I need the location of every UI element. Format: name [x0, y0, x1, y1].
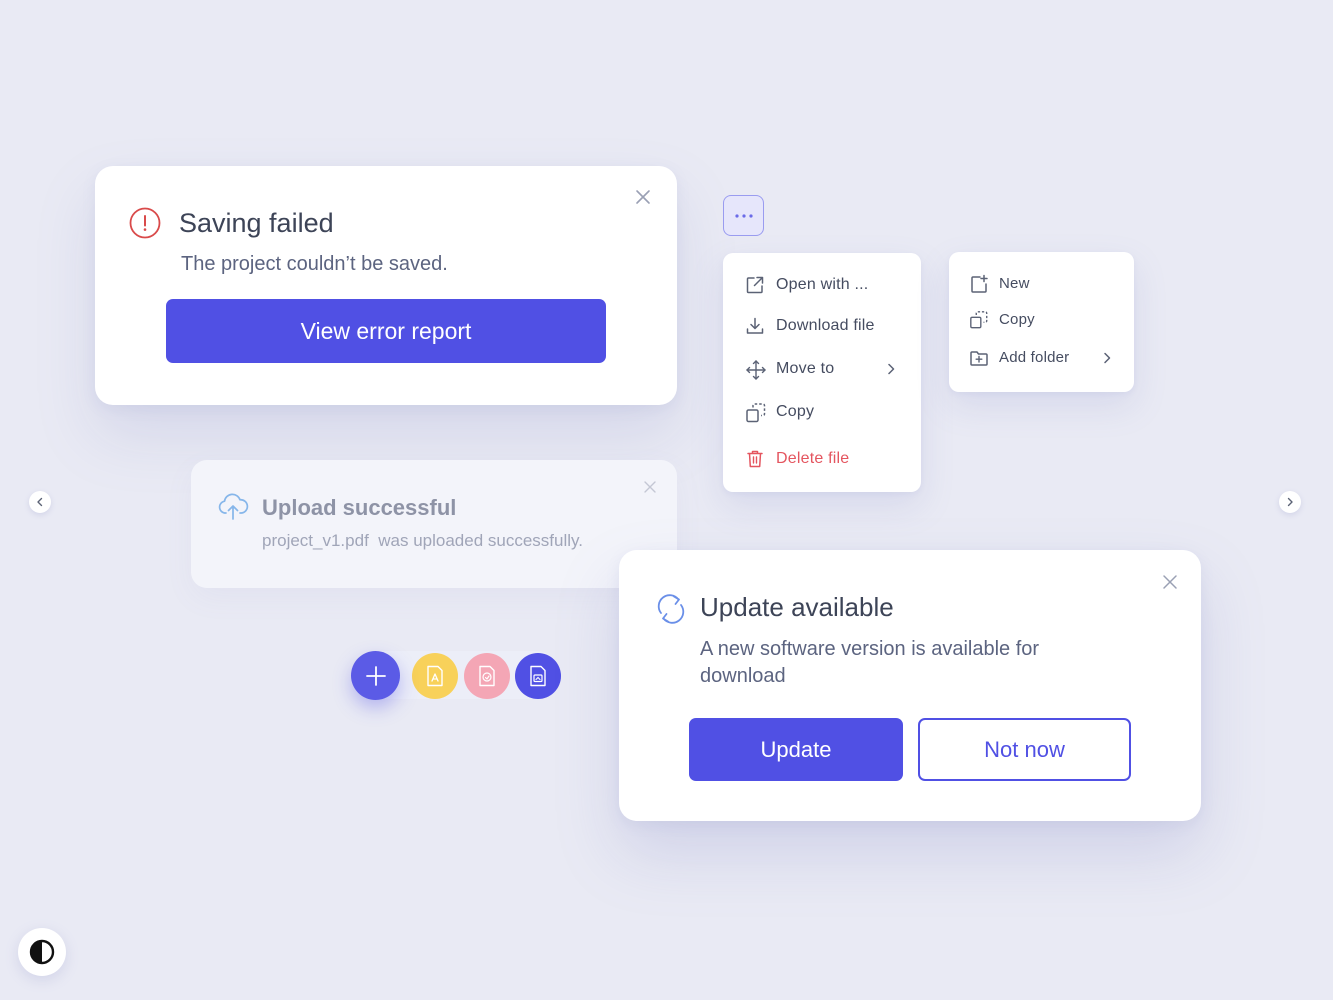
- chevron-left-icon: [36, 497, 44, 507]
- submenu-item-new[interactable]: New: [949, 269, 1134, 299]
- trash-icon: [745, 449, 765, 469]
- menu-item-delete-file[interactable]: Delete file: [723, 444, 921, 474]
- chevron-right-icon: [887, 363, 895, 375]
- submenu: New Copy Add folder: [949, 252, 1134, 392]
- copy-icon: [745, 402, 767, 424]
- more-options-button[interactable]: [723, 195, 764, 236]
- update-notification-card: Update available A new software version …: [619, 550, 1201, 821]
- context-menu: Open with ... Download file Move to Copy…: [723, 253, 921, 492]
- menu-item-move-to[interactable]: Move to: [723, 354, 921, 384]
- chevron-right-icon: [1103, 352, 1111, 364]
- theme-toggle-button[interactable]: [18, 928, 66, 976]
- cloud-upload-icon: [217, 493, 249, 521]
- close-icon[interactable]: [643, 480, 657, 494]
- menu-item-label: Open with ...: [776, 276, 869, 293]
- submenu-item-add-folder[interactable]: Add folder: [949, 343, 1134, 373]
- close-icon[interactable]: [634, 188, 652, 206]
- submenu-item-copy[interactable]: Copy: [949, 305, 1134, 335]
- pdf-file-button[interactable]: [412, 653, 458, 699]
- menu-item-label: Copy: [999, 311, 1035, 328]
- add-fab-button[interactable]: [351, 651, 400, 700]
- move-icon: [745, 359, 767, 381]
- menu-item-copy[interactable]: Copy: [723, 397, 921, 427]
- menu-item-label: Delete file: [776, 450, 850, 467]
- menu-item-open-with[interactable]: Open with ...: [723, 270, 921, 300]
- prev-slide-button[interactable]: [29, 491, 51, 513]
- error-message: The project couldn’t be saved.: [181, 253, 448, 275]
- upload-notification-card: Upload successful project_v1.pdf was upl…: [191, 460, 677, 588]
- menu-item-label: Add folder: [999, 349, 1070, 366]
- pdf-file-icon: [426, 665, 444, 687]
- menu-item-download-file[interactable]: Download file: [723, 311, 921, 341]
- copy-icon: [969, 310, 989, 330]
- not-now-button[interactable]: Not now: [918, 718, 1131, 781]
- contrast-icon: [29, 939, 55, 965]
- add-folder-icon: [969, 348, 989, 368]
- doc-file-icon: [529, 665, 547, 687]
- menu-item-label: Download file: [776, 317, 875, 334]
- close-icon[interactable]: [1162, 574, 1178, 590]
- error-notification-card: Saving failed The project couldn’t be sa…: [95, 166, 677, 405]
- ellipsis-icon: [734, 213, 754, 219]
- upload-message: project_v1.pdf was uploaded successfully…: [262, 531, 583, 550]
- menu-item-label: Copy: [776, 403, 815, 420]
- image-file-icon: [478, 665, 496, 687]
- plus-icon: [365, 665, 387, 687]
- update-title: Update available: [700, 592, 894, 622]
- menu-item-label: New: [999, 275, 1030, 292]
- menu-item-label: Move to: [776, 360, 835, 377]
- next-slide-button[interactable]: [1279, 491, 1301, 513]
- chevron-right-icon: [1286, 497, 1294, 507]
- upload-title: Upload successful: [262, 495, 457, 520]
- update-message: A new software version is available for …: [700, 638, 1040, 687]
- alert-circle-icon: [129, 207, 161, 239]
- image-file-button[interactable]: [464, 653, 510, 699]
- doc-file-button[interactable]: [515, 653, 561, 699]
- new-file-icon: [969, 274, 989, 294]
- update-button[interactable]: Update: [689, 718, 903, 781]
- error-title: Saving failed: [179, 208, 334, 238]
- view-error-report-button[interactable]: View error report: [166, 299, 606, 363]
- external-link-icon: [745, 275, 765, 295]
- download-icon: [745, 316, 765, 336]
- refresh-icon: [655, 593, 687, 625]
